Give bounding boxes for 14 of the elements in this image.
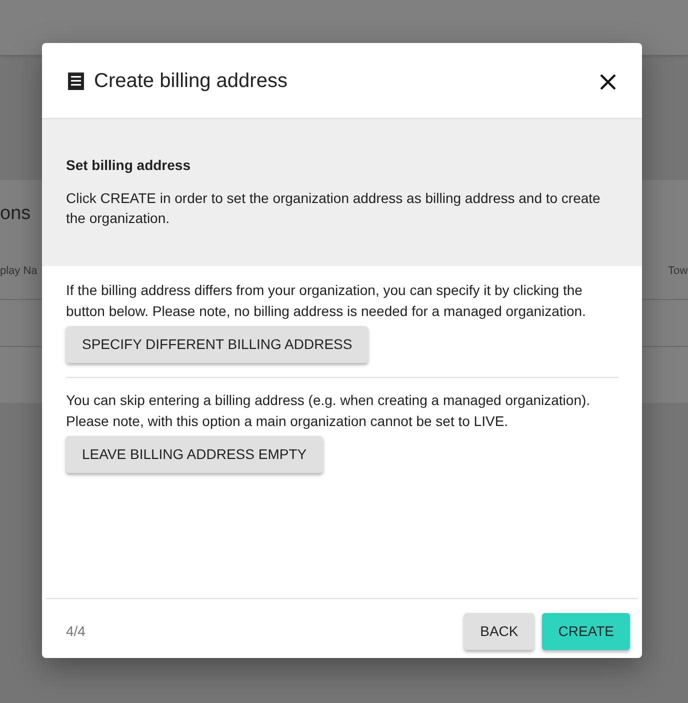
section-heading: Set billing address (66, 156, 192, 175)
column-header: play Na (0, 264, 38, 279)
step-counter: 4/4 (66, 622, 86, 641)
info-text: Click CREATE in order to set the organization address as billing address and to create the organization. (66, 189, 602, 228)
card-title: ons (0, 202, 31, 226)
back-button[interactable]: BACK (464, 613, 534, 650)
option-button[interactable]: LEAVE BILLING ADDRESS EMPTY (66, 436, 323, 473)
create-button[interactable]: CREATE (542, 613, 630, 650)
option-button[interactable]: SPECIFY DIFFERENT BILLING ADDRESS (66, 326, 368, 363)
option-text: If the billing address differs from your organization, you can specify it by clicking the button below. Please note, no billing address is needed for a managed organization. (66, 281, 587, 321)
column-header: Tow (668, 264, 688, 279)
option-text: You can skip entering a billing address (e.g. when creating a managed organization). Please note, with this option a main organization cannot be set to LIVE. (66, 391, 592, 431)
dialog-title: Create billing address (94, 68, 288, 94)
receipt-icon (66, 70, 86, 90)
